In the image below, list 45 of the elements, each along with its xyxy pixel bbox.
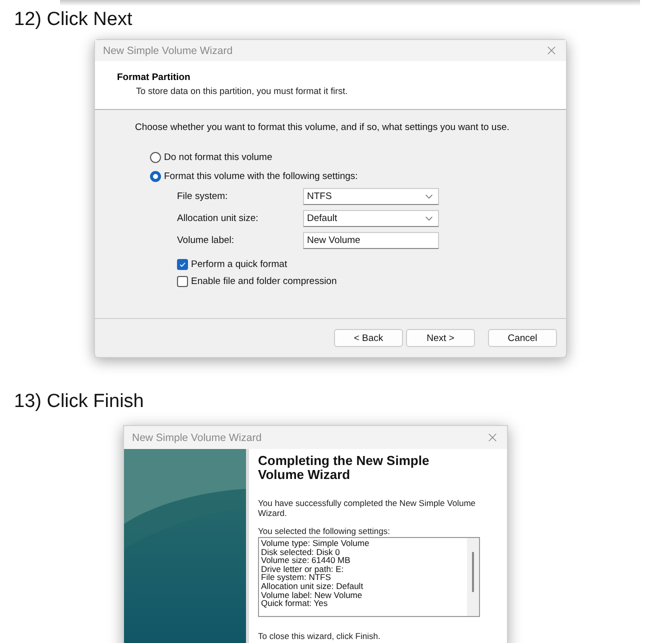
dropdown-value: NTFS (307, 191, 332, 202)
radio-label: Format this volume with the following settings: (164, 171, 358, 182)
settings-line: Volume type: Simple Volume (261, 539, 370, 548)
instruction-text: Choose whether you want to format this volume, and if so, what settings you want to use. (135, 122, 510, 133)
radio-label: Do not format this volume (164, 152, 272, 163)
checkbox-label: Perform a quick format (191, 259, 288, 270)
scrollbar[interactable] (467, 538, 479, 616)
checkbox[interactable] (177, 276, 188, 287)
window-title: New Simple Volume Wizard (103, 44, 233, 56)
footer-text: To close this wizard, click Finish. (258, 631, 382, 641)
settings-line: Quick format: Yes (261, 599, 328, 608)
header-title: Format Partition (117, 72, 192, 83)
checkmark-icon (178, 260, 187, 269)
wizard-button[interactable]: Next > (406, 329, 475, 347)
scrollbar-thumb[interactable] (472, 552, 474, 592)
wizard-button[interactable]: Cancel (488, 329, 557, 347)
field-label: Allocation unit size: (177, 213, 260, 224)
dropdown-value: Default (307, 213, 338, 224)
settings-line: Disk selected: Disk 0 (261, 548, 341, 556)
step-heading: 13) Click Finish (14, 391, 145, 413)
wizard-button[interactable]: < Back (334, 329, 403, 347)
dropdown[interactable]: NTFS (303, 188, 439, 205)
settings-line: File system: NTFS (261, 573, 331, 582)
window-title: New Simple Volume Wizard (132, 432, 262, 444)
field-label: File system: (177, 191, 229, 202)
step-heading: 12) Click Next (14, 9, 134, 31)
header-subtitle: To store data on this partition, you must format it first. (136, 86, 349, 96)
settings-line: Drive letter or path: E: (261, 564, 345, 574)
wizard-heading: Completing the New Simple Volume Wizard (258, 454, 430, 482)
chevron-down-icon (425, 194, 433, 199)
settings-line: Allocation unit size: Default (261, 582, 364, 591)
dropdown[interactable]: Default (303, 210, 439, 227)
close-icon[interactable] (488, 433, 497, 442)
settings-label: You selected the following settings: (258, 526, 391, 536)
input-field[interactable]: New Volume (303, 232, 439, 249)
radio-button[interactable] (150, 152, 161, 163)
settings-line: Volume size: 61440 MB (261, 556, 352, 565)
close-icon[interactable] (547, 46, 556, 55)
chevron-down-icon (425, 216, 433, 221)
checkbox-label: Enable file and folder compression (191, 276, 337, 287)
settings-line: Volume label: New Volume (261, 590, 364, 600)
checkbox[interactable] (177, 259, 188, 270)
field-label: Volume label: (177, 235, 236, 246)
radio-button[interactable] (150, 171, 161, 182)
message-text: You have successfully completed the New Simple Volume Wizard. (258, 498, 476, 518)
